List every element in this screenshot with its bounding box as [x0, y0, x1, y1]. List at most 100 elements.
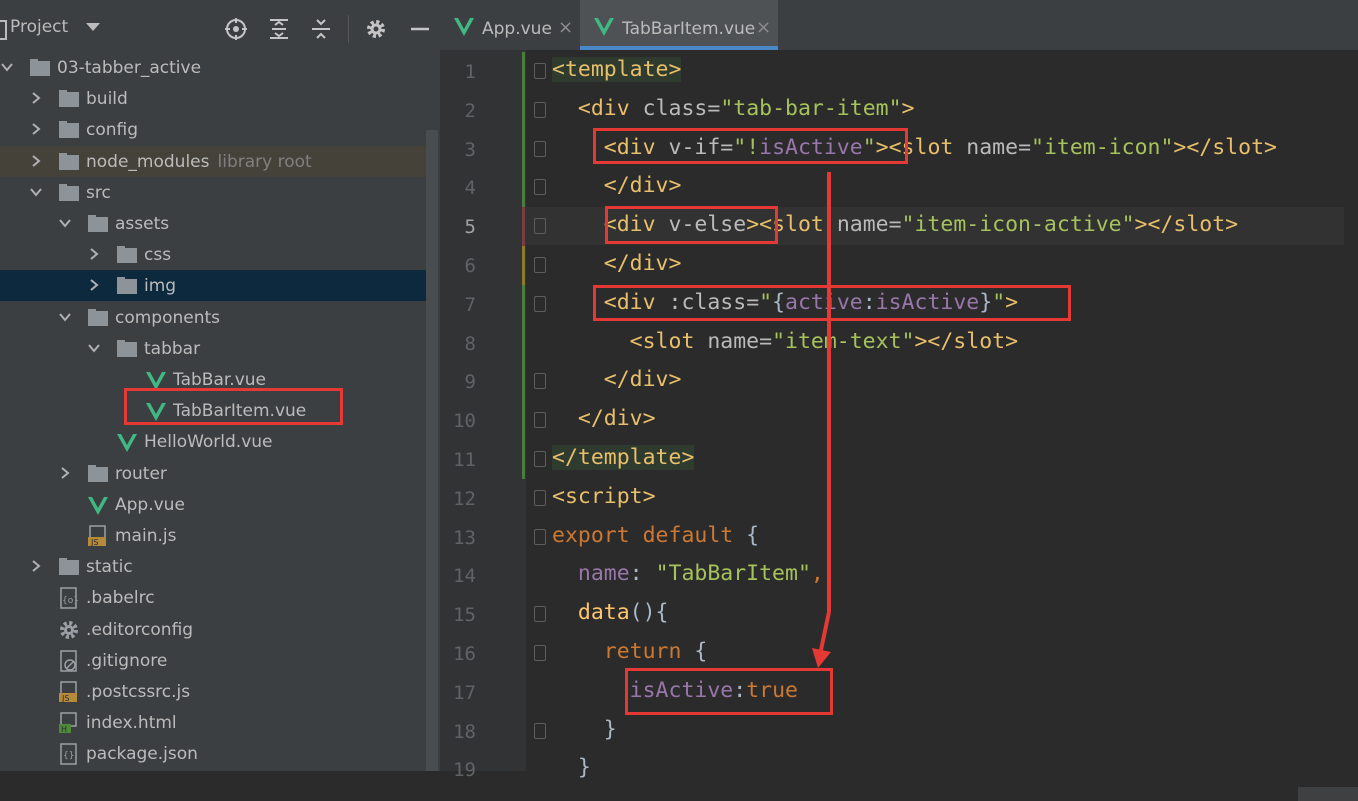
project-panel-title[interactable]: Project	[10, 17, 68, 37]
tree-item[interactable]: {} package.json	[0, 738, 426, 769]
code-line[interactable]: export default {	[526, 518, 1358, 556]
fold-marker-icon[interactable]	[534, 179, 546, 196]
project-scrollbar[interactable]	[426, 130, 438, 771]
fold-marker-icon[interactable]	[534, 101, 546, 118]
fold-marker-icon[interactable]	[534, 373, 546, 390]
fold-marker-icon[interactable]	[534, 489, 546, 506]
chevron-right-icon[interactable]	[87, 247, 101, 261]
minimize-icon[interactable]	[408, 17, 432, 41]
js-file-icon: JS	[59, 681, 77, 703]
annotation-box-isactive-true	[625, 668, 833, 715]
folder-icon	[59, 121, 79, 139]
chevron-down-icon[interactable]	[29, 185, 43, 199]
fold-marker-icon[interactable]	[534, 218, 546, 235]
vue-icon	[594, 18, 614, 36]
fold-marker-icon[interactable]	[534, 606, 546, 623]
code-line[interactable]: }	[526, 750, 1358, 788]
chevron-down-icon[interactable]	[87, 341, 101, 355]
editor-scrollbar[interactable]	[1298, 50, 1358, 801]
tree-item[interactable]: assets	[0, 208, 426, 239]
code-line[interactable]: return {	[526, 634, 1358, 672]
code-line[interactable]: data(){	[526, 595, 1358, 633]
folder-icon	[59, 90, 79, 108]
chevron-right-icon[interactable]	[58, 466, 72, 480]
fold-marker-icon[interactable]	[534, 295, 546, 312]
tree-item[interactable]: src	[0, 177, 426, 208]
chevron-right-icon[interactable]	[87, 278, 101, 292]
chevron-right-icon[interactable]	[29, 122, 43, 136]
line-number: 14	[453, 565, 476, 588]
code-line[interactable]: </div>	[526, 401, 1358, 439]
chevron-down-icon[interactable]	[86, 23, 100, 31]
fold-marker-icon[interactable]	[534, 140, 546, 157]
code-line[interactable]: </div>	[526, 362, 1358, 400]
line-number: 11	[453, 449, 476, 471]
chevron-right-icon[interactable]	[29, 559, 43, 573]
close-icon[interactable]: ×	[558, 17, 573, 38]
code-line[interactable]: </template>	[526, 440, 1358, 478]
tree-item[interactable]: .gitignore	[0, 645, 426, 676]
fold-marker-icon[interactable]	[534, 412, 546, 429]
tree-item[interactable]: JS main.js	[0, 520, 426, 551]
chevron-down-icon[interactable]	[0, 60, 14, 74]
toolbar-separator	[348, 15, 349, 43]
tree-item[interactable]: css	[0, 239, 426, 270]
fold-marker-icon[interactable]	[534, 63, 546, 79]
code-line[interactable]: </div>	[526, 168, 1358, 206]
code-text: </div>	[577, 406, 656, 432]
fold-marker-icon[interactable]	[534, 528, 546, 545]
locate-icon[interactable]	[224, 17, 248, 41]
tree-item[interactable]: tabbar	[0, 333, 426, 364]
tree-item-label: src	[86, 182, 111, 203]
tree-item[interactable]: {o} .babelrc	[0, 582, 426, 613]
code-line[interactable]: <template>	[526, 52, 1358, 90]
code-line[interactable]: }	[526, 712, 1358, 750]
tree-item[interactable]: config	[0, 114, 426, 145]
tree-item[interactable]: Hindex.html	[0, 707, 426, 738]
scrollbar-thumb[interactable]	[1298, 787, 1358, 801]
tree-item[interactable]: router	[0, 458, 426, 489]
code-line[interactable]: name: "TabBarItem",	[526, 556, 1358, 594]
tree-item[interactable]: .editorconfig	[0, 614, 426, 645]
tree-item-label: HelloWorld.vue	[144, 432, 273, 453]
tree-item[interactable]: App.vue	[0, 489, 426, 520]
code-line[interactable]: </div>	[526, 246, 1358, 284]
tree-item[interactable]: HelloWorld.vue	[0, 426, 426, 457]
expand-all-icon[interactable]	[267, 17, 291, 41]
code-text: <template>	[552, 57, 682, 82]
code-line[interactable]: <script>	[526, 479, 1358, 517]
vcs-change-marker	[522, 207, 525, 246]
chevron-down-icon[interactable]	[58, 310, 72, 324]
chevron-right-icon[interactable]	[29, 91, 43, 105]
tree-item[interactable]: node_modules library root	[0, 145, 426, 177]
close-icon[interactable]: ×	[756, 17, 771, 38]
chevron-down-icon[interactable]	[58, 216, 72, 230]
chevron-right-icon[interactable]	[29, 154, 43, 168]
tree-item[interactable]: img	[0, 270, 426, 302]
collapse-all-icon[interactable]	[309, 17, 333, 41]
tree-item-label: tabbar	[144, 338, 201, 359]
gear-icon[interactable]	[364, 17, 388, 41]
fold-marker-icon[interactable]	[534, 451, 546, 467]
tree-item[interactable]: JS .postcssrc.js	[0, 676, 426, 707]
tree-item-annotation: library root	[217, 151, 312, 172]
tree-item[interactable]: build	[0, 83, 426, 114]
tree-item[interactable]: static	[0, 551, 426, 582]
tab-tabbaritem-vue[interactable]: TabBarItem.vue ×	[580, 0, 778, 50]
tree-item-label: package.json	[86, 744, 198, 765]
project-panel-header: Project	[0, 0, 440, 50]
fold-marker-icon[interactable]	[534, 645, 546, 661]
tree-item[interactable]: 03-tabber_active	[0, 52, 426, 83]
tree-item-label: index.html	[86, 713, 177, 734]
tree-item[interactable]: components	[0, 302, 426, 333]
line-number-gutter: 1 2 3 4 5 6 7 8 9 10 11 12 13 14 15 16 17 18 19	[440, 50, 526, 781]
fold-marker-icon[interactable]	[534, 722, 546, 739]
fold-marker-icon[interactable]	[534, 257, 546, 273]
code-line[interactable]: <slot name="item-text"></slot>	[526, 324, 1358, 362]
line-number: 3	[464, 138, 476, 161]
code-text: </div>	[603, 173, 682, 199]
tab-app-vue[interactable]: App.vue ×	[440, 0, 580, 50]
code-line[interactable]: <div class="tab-bar-item">	[526, 91, 1358, 129]
code-text: }	[577, 755, 591, 781]
line-number: 5	[464, 216, 476, 239]
